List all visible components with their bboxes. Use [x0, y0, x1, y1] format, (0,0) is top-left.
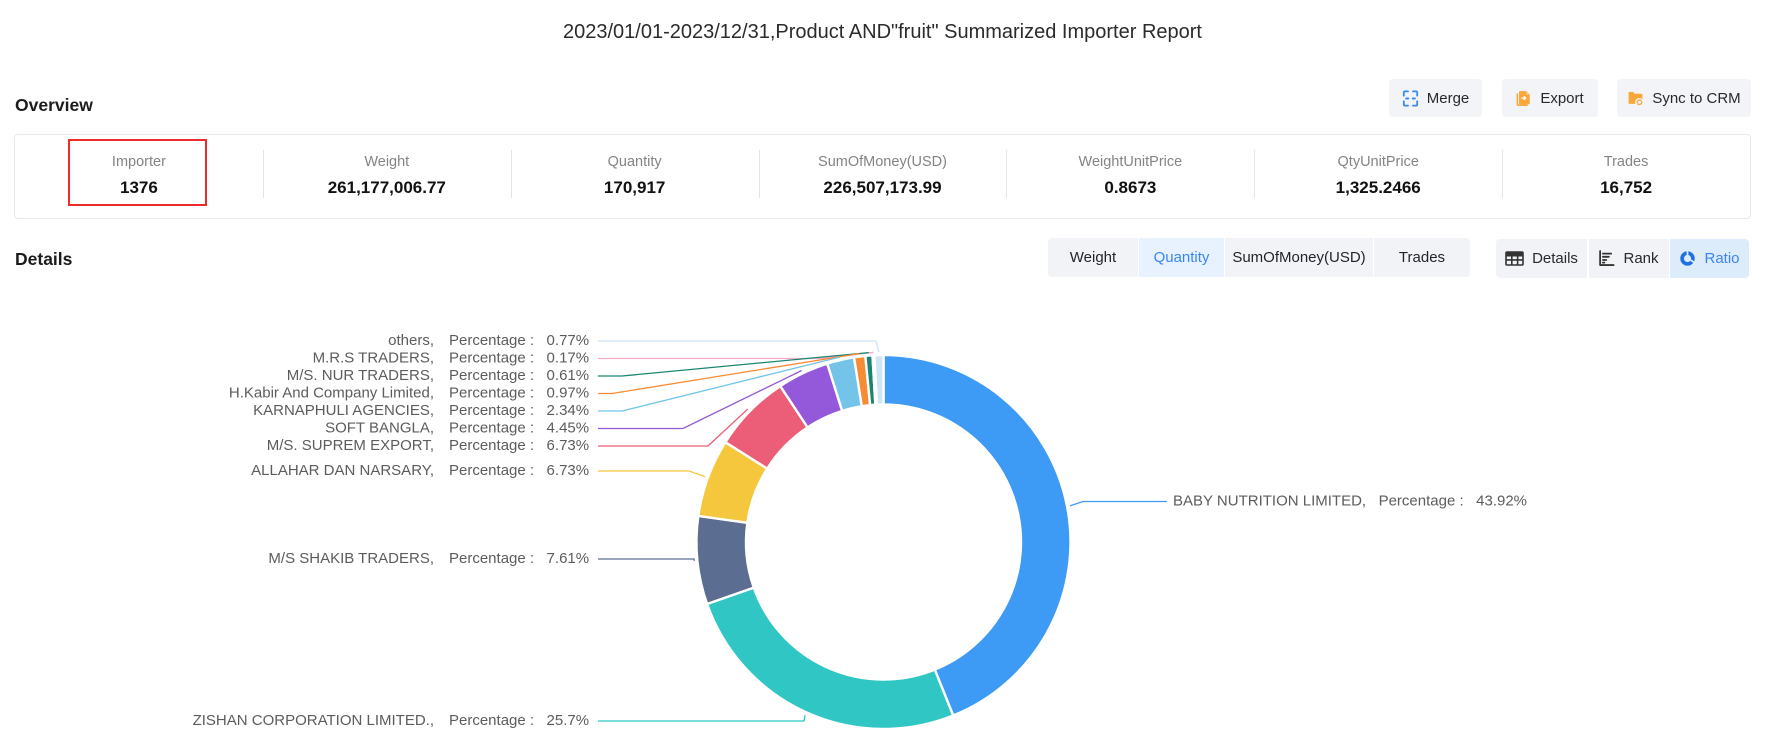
svg-text:Percentage : 6.73%: Percentage : 6.73% [449, 437, 589, 454]
svg-text:Percentage : 0.61%: Percentage : 0.61% [449, 367, 589, 384]
svg-text:BABY NUTRITION LIMITED, Perc: BABY NUTRITION LIMITED, Percentage : 43.… [1173, 493, 1527, 510]
svg-text:SOFT BANGLA,: SOFT BANGLA, [325, 420, 434, 437]
svg-text:ALLAHAR DAN NARSARY,: ALLAHAR DAN NARSARY, [251, 462, 434, 479]
svg-text:Percentage : 6.73%: Percentage : 6.73% [449, 462, 589, 479]
svg-text:Percentage : 0.17%: Percentage : 0.17% [449, 350, 589, 367]
svg-text:M/S. NUR TRADERS,: M/S. NUR TRADERS, [287, 367, 434, 384]
svg-text:Percentage : 2.34%: Percentage : 2.34% [449, 402, 589, 419]
svg-text:Percentage : 25.7%: Percentage : 25.7% [449, 712, 589, 729]
svg-text:M/S. SUPREM EXPORT,: M/S. SUPREM EXPORT, [267, 437, 434, 454]
svg-text:H.Kabir And Company Limited,: H.Kabir And Company Limited, [229, 385, 434, 402]
svg-text:Percentage : 0.77%: Percentage : 0.77% [449, 332, 589, 349]
svg-text:KARNAPHULI AGENCIES,: KARNAPHULI AGENCIES, [253, 402, 434, 419]
svg-text:Percentage : 0.97%: Percentage : 0.97% [449, 385, 589, 402]
svg-text:M/S SHAKIB TRADERS,: M/S SHAKIB TRADERS, [268, 550, 434, 567]
svg-text:others,: others, [388, 332, 434, 349]
svg-text:ZISHAN CORPORATION LIMITED.,: ZISHAN CORPORATION LIMITED., [193, 712, 434, 729]
svg-text:Percentage : 7.61%: Percentage : 7.61% [449, 550, 589, 567]
svg-text:M.R.S TRADERS,: M.R.S TRADERS, [313, 350, 434, 367]
svg-text:Percentage : 4.45%: Percentage : 4.45% [449, 420, 589, 437]
